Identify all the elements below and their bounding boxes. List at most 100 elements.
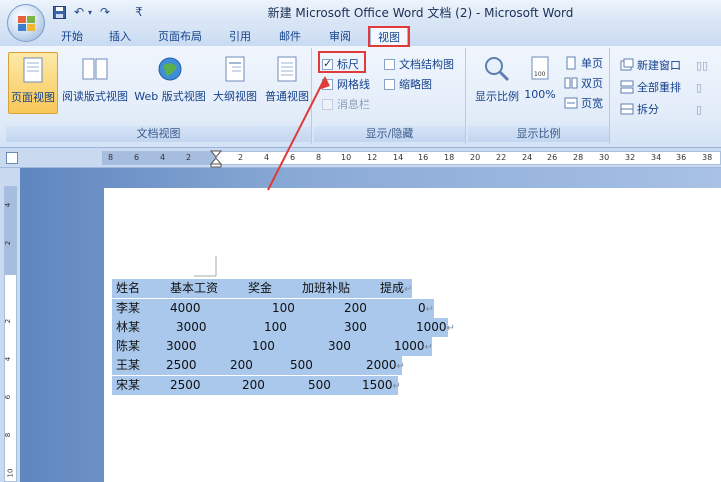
tab-home[interactable]: 开始 [54, 28, 90, 46]
ruler-tick: 28 [573, 153, 584, 162]
gridlines-check-icon [322, 78, 333, 90]
table-row[interactable]: 林某 3000 100 300 1000↵ [112, 318, 455, 337]
ruler-tick: 6 [290, 153, 296, 162]
web-layout-button[interactable]: Web 版式视图 [132, 52, 208, 114]
zoom-button[interactable]: 显示比例 [472, 52, 522, 114]
one-page-label: 单页 [581, 57, 603, 70]
ruler-tick: 20 [470, 153, 481, 162]
ruler-bar: 8 6 4 2 2 4 6 8 10 12 14 16 18 20 22 24 26 28 30 32 34 36 38 [0, 148, 721, 168]
vertical-ruler-tick: 2 [4, 240, 13, 246]
table-cell: 姓名 [116, 281, 141, 295]
full-screen-reading-button[interactable]: 阅读版式视图 [60, 52, 130, 114]
reading-view-icon [82, 58, 108, 80]
thumbnails-checkbox[interactable]: 缩略图 [384, 76, 432, 92]
table-row[interactable]: 宋某 2500 200 500 1500↵ [112, 376, 401, 395]
group-label-show-hide: 显示/隐藏 [314, 126, 465, 142]
sync-scroll-icon[interactable]: ▯ [696, 78, 702, 96]
tab-references[interactable]: 引用 [222, 28, 258, 46]
zoom-100-button[interactable]: 100 100% [522, 52, 558, 114]
vertical-ruler-tick: 4 [4, 356, 13, 362]
new-window-icon [620, 58, 634, 71]
vertical-ruler-tick: 4 [4, 202, 13, 208]
table-cell: 500 [308, 378, 331, 392]
ruler-tick: 34 [651, 153, 662, 162]
draft-icon [277, 56, 297, 82]
table-cell: 300 [344, 320, 367, 334]
outline-button[interactable]: 大纲视图 [210, 52, 260, 114]
gridlines-checkbox[interactable]: 网格线 [322, 76, 370, 92]
horizontal-ruler[interactable]: 8 6 4 2 2 4 6 8 10 12 14 16 18 20 22 24 26 28 30 32 34 36 38 [102, 150, 721, 168]
table-cell: 200 [344, 301, 367, 315]
ruler-tick: 2 [238, 153, 244, 162]
ruler-tick: 36 [676, 153, 687, 162]
zoom-100-label: 100% [524, 88, 556, 101]
table-cell: 100 [264, 320, 287, 334]
document-map-check-icon [384, 58, 395, 70]
tab-page-layout[interactable]: 页面布局 [150, 28, 210, 46]
print-layout-button[interactable]: 页面视图 [8, 52, 58, 114]
message-bar-checkbox: 消息栏 [322, 96, 370, 112]
table-cell: 300 [328, 339, 351, 353]
reading-view-label: 阅读版式视图 [62, 90, 128, 103]
vertical-ruler-tick: 8 [4, 432, 13, 438]
margin-corner-mark [194, 256, 217, 277]
vertical-ruler-tick: 6 [4, 394, 13, 400]
vertical-ruler[interactable]: 4 2 2 4 6 8 10 [4, 186, 17, 482]
table-cell: 2000↵ [366, 358, 405, 372]
table-cell: 200 [230, 358, 253, 372]
ruler-tick: 16 [418, 153, 429, 162]
document-map-label: 文档结构图 [399, 58, 454, 71]
tab-mailings[interactable]: 邮件 [272, 28, 308, 46]
reset-window-icon[interactable]: ▯ [696, 100, 702, 118]
ruler-tick: 8 [108, 153, 114, 162]
new-window-button[interactable]: 新建窗口 [620, 56, 681, 74]
ruler-tick: 12 [367, 153, 378, 162]
page-width-icon [564, 97, 578, 109]
table-cell: 宋某 [116, 378, 141, 392]
vertical-ruler-top-margin [5, 187, 16, 275]
ruler-tick: 2 [186, 153, 192, 162]
table-row[interactable]: 李某 4000 100 200 0↵ [112, 299, 434, 318]
ruler-tick: 8 [316, 153, 322, 162]
tab-selector-icon[interactable] [6, 152, 18, 164]
page-width-button[interactable]: 页宽 [564, 94, 603, 112]
tab-insert[interactable]: 插入 [102, 28, 138, 46]
office-button[interactable] [7, 4, 45, 42]
new-window-label: 新建窗口 [637, 59, 681, 72]
group-window: 新建窗口 全部重排 拆分 ▯▯ ▯ ▯ [612, 48, 721, 144]
table-row[interactable]: 王某 2500 200 500 2000↵ [112, 356, 405, 375]
one-page-button[interactable]: 单页 [564, 54, 603, 72]
table-cell: 李某 [116, 301, 141, 315]
table-cell: 加班补贴 [302, 281, 351, 295]
web-layout-label: Web 版式视图 [134, 90, 206, 103]
group-zoom: 显示比例 100 100% 单页 双页 页宽 显示比例 [468, 48, 610, 144]
two-pages-button[interactable]: 双页 [564, 74, 603, 92]
magnifier-icon [485, 57, 510, 82]
title-bar: ↶ ▾ ↷ ₹ 新建 Microsoft Office Word 文档 (2) … [0, 0, 721, 42]
paragraph-mark-icon: ↵ [396, 361, 405, 372]
table-cell: 3000 [166, 339, 197, 353]
paragraph-mark-icon: ↵ [425, 304, 435, 315]
zoom-100-icon: 100 [531, 56, 549, 80]
draft-label: 普通视图 [265, 90, 309, 103]
table-cell: 1000↵ [416, 320, 455, 334]
view-side-by-side-icon[interactable]: ▯▯ [696, 56, 708, 74]
arrange-all-button[interactable]: 全部重排 [620, 78, 681, 96]
indent-marker-icon[interactable] [210, 150, 222, 168]
table-row[interactable]: 姓名 基本工资 奖金 加班补贴 提成↵ [112, 279, 412, 298]
outline-label: 大纲视图 [213, 90, 257, 103]
table-cell: 林某 [116, 320, 141, 334]
split-button[interactable]: 拆分 [620, 100, 659, 118]
draft-button[interactable]: 普通视图 [262, 52, 312, 114]
print-layout-icon [23, 57, 43, 83]
paragraph-mark-icon: ↵ [404, 284, 413, 295]
tab-review[interactable]: 审阅 [322, 28, 358, 46]
svg-text:100: 100 [534, 71, 546, 78]
table-row[interactable]: 陈某 3000 100 300 1000↵ [112, 337, 433, 356]
paragraph-mark-icon: ↵ [392, 381, 401, 392]
ruler-tick: 18 [444, 153, 455, 162]
arrange-all-label: 全部重排 [637, 81, 681, 94]
vertical-ruler-tick: 10 [6, 468, 15, 478]
ruler-tick: 22 [496, 153, 507, 162]
document-map-checkbox[interactable]: 文档结构图 [384, 56, 454, 72]
